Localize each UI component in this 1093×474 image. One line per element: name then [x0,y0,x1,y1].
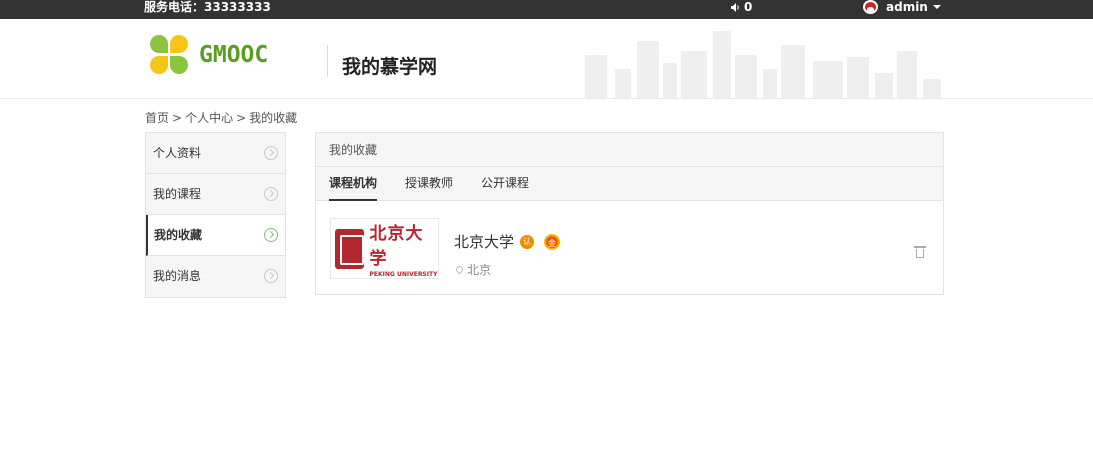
breadcrumb-current: 我的收藏 [249,111,298,125]
sidebar-item-profile[interactable]: 个人资料 [146,133,285,174]
sidebar-item-courses[interactable]: 我的课程 [146,174,285,215]
org-name[interactable]: 北京大学 [454,231,514,252]
tab-teachers[interactable]: 授课教师 [405,167,453,200]
site-header: GMOOC 我的慕学网 [0,19,1093,99]
breadcrumb-center[interactable]: 个人中心 [185,111,233,125]
caret-down-icon [932,5,941,9]
top-bar: 服务电话：33333333 0 admin [0,0,1093,19]
username: admin [886,0,928,14]
breadcrumb: 首页 > 个人中心 > 我的收藏 [145,109,297,126]
sidebar-item-favorites[interactable]: 我的收藏 [146,215,285,256]
delete-button[interactable] [914,246,926,258]
service-phone: 服务电话：33333333 [144,0,271,14]
certified-badge-icon: 认 [520,234,535,249]
page-title: 我的慕学网 [342,56,438,78]
chevron-right-icon [264,269,278,283]
trash-icon [914,246,926,248]
breadcrumb-home[interactable]: 首页 [145,111,169,125]
panel-title: 我的收藏 [316,133,943,167]
list-item: 北京大学 PEKING UNIVERSITY 北京大学 认 金 北京 [316,201,943,294]
org-name-row: 北京大学 认 金 [454,231,561,252]
pku-seal-icon [335,228,364,269]
gold-medal-icon: 金 [544,233,561,250]
org-city: 北京 [467,263,492,277]
sidebar-item-label: 我的收藏 [154,228,203,242]
sidebar-item-label: 我的课程 [153,187,202,201]
breadcrumb-separator: > [236,111,247,125]
location-pin-icon [454,264,465,275]
avatar [863,0,878,14]
messages-link[interactable]: 0 [731,0,752,14]
favorites-tabs: 课程机构 授课教师 公开课程 [316,167,943,201]
logo-english-text: PEKING UNIVERSITY [369,271,438,278]
chevron-right-icon [264,146,278,160]
chevron-right-icon [264,187,278,201]
favorites-panel: 我的收藏 课程机构 授课教师 公开课程 北京大学 PEKING UNIVERSI… [315,132,944,295]
site-logo[interactable]: GMOOC [150,35,268,75]
chevron-right-icon [264,228,278,242]
logo-text: GMOOC [199,42,269,68]
speaker-icon [731,2,739,12]
sidebar: 个人资料 我的课程 我的收藏 我的消息 [145,132,286,298]
org-location: 北京 [454,261,492,278]
sidebar-item-messages[interactable]: 我的消息 [146,256,285,297]
sidebar-item-label: 个人资料 [153,146,202,160]
breadcrumb-separator: > [172,111,183,125]
clover-logo-icon [150,35,189,75]
header-divider [327,45,328,77]
message-count: 0 [744,0,753,14]
user-menu[interactable]: admin [863,0,941,14]
logo-chinese-text: 北京大学 [369,224,424,269]
tab-open-courses[interactable]: 公开课程 [481,167,529,200]
city-skyline-decoration [585,19,945,98]
tab-organizations[interactable]: 课程机构 [329,167,378,201]
org-logo-image[interactable]: 北京大学 PEKING UNIVERSITY [330,218,439,279]
sidebar-item-label: 我的消息 [153,269,202,283]
